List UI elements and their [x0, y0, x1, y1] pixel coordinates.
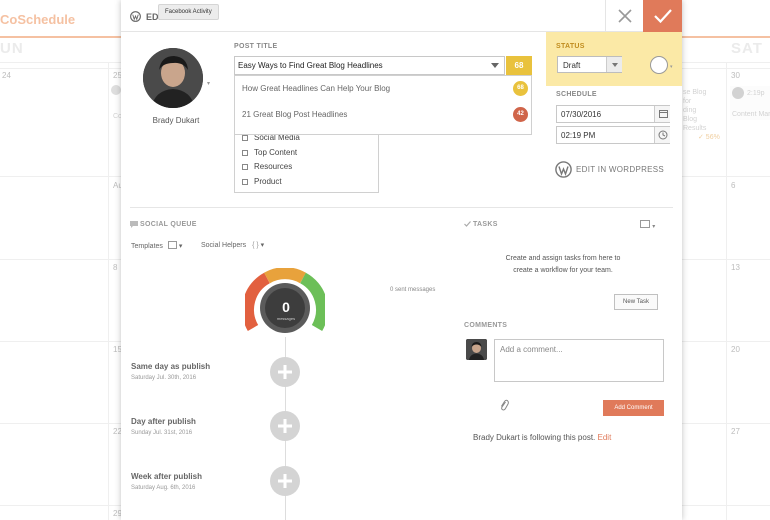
chevron-down-icon: ▾	[178, 243, 183, 250]
braces-icon: { }	[252, 242, 259, 249]
color-picker[interactable]	[650, 56, 668, 74]
social-queue-label: SOCIAL QUEUE	[140, 221, 197, 228]
wordpress-icon	[555, 161, 572, 178]
checkbox[interactable]	[242, 164, 248, 170]
plus-icon	[278, 419, 292, 433]
status-label: STATUS	[556, 43, 585, 50]
add-message-button[interactable]	[270, 466, 300, 496]
plus-icon	[278, 474, 292, 488]
new-task-button[interactable]: New Task	[614, 294, 658, 310]
chevron-down-icon[interactable]: ▾	[670, 64, 673, 70]
speech-bubble-icon	[130, 221, 138, 228]
post-editor-modal: EDI Facebook Activity ▾ Brady Dukart POS…	[121, 0, 682, 520]
add-comment-button[interactable]: Add Comment	[603, 400, 664, 416]
chevron-down-icon: ▾	[652, 224, 656, 230]
headline-suggestions: How Great Headlines Can Help Your Blog 6…	[234, 75, 532, 135]
comment-input[interactable]: Add a comment...	[494, 339, 664, 382]
chevron-down-icon[interactable]	[606, 57, 622, 72]
section-divider	[130, 207, 673, 208]
author-avatar[interactable]	[143, 48, 203, 108]
timeline-date: Saturday Jul. 30th, 2016	[131, 375, 197, 381]
checkbox[interactable]	[242, 135, 248, 141]
comments-label: COMMENTS	[464, 322, 508, 329]
social-helpers-menu[interactable]: Social Helpers { } ▾	[201, 241, 264, 249]
paperclip-icon[interactable]	[499, 399, 509, 411]
calendar-icon[interactable]	[654, 106, 670, 122]
templates-menu[interactable]: Templates ▾	[131, 241, 182, 250]
clock-icon[interactable]	[654, 127, 670, 143]
tasks-hint: create a workflow for your team.	[513, 267, 613, 274]
add-message-button[interactable]	[270, 411, 300, 441]
plus-icon	[278, 365, 292, 379]
author-name: Brady Dukart	[152, 116, 200, 125]
sent-messages-count: 0 sent messages	[390, 287, 436, 293]
chevron-down-icon[interactable]: ▾	[207, 80, 210, 87]
avatar	[466, 339, 487, 360]
close-icon	[618, 9, 632, 23]
tooltip: Facebook Activity	[158, 4, 219, 20]
tasks-label: TASKS	[473, 221, 498, 228]
user-photo	[466, 339, 487, 360]
schedule-time-input[interactable]: 02:19 PM	[556, 126, 670, 144]
post-title-input[interactable]: Easy Ways to Find Great Blog Headlines	[234, 56, 505, 75]
following-notice: Brady Dukart is following this post. Edi…	[473, 433, 612, 442]
gauge-unit: messages	[276, 316, 296, 321]
check-icon	[464, 221, 471, 227]
headline-suggestion-item[interactable]: How Great Headlines Can Help Your Blog 6…	[235, 76, 533, 102]
chevron-down-icon: ▾	[260, 242, 265, 249]
schedule-label: SCHEDULE	[556, 91, 597, 98]
timeline-title: Day after publish	[131, 417, 196, 426]
checkbox[interactable]	[242, 150, 248, 156]
add-message-button[interactable]	[270, 357, 300, 387]
post-title-value: Easy Ways to Find Great Blog Headlines	[238, 61, 383, 70]
schedule-date-input[interactable]: 07/30/2016	[556, 105, 670, 123]
headline-score-badge[interactable]: 68	[506, 56, 532, 75]
chevron-down-icon[interactable]	[491, 63, 499, 69]
edit-followers-link[interactable]: Edit	[598, 433, 612, 442]
timeline-title: Same day as publish	[131, 362, 211, 371]
wordpress-icon	[130, 11, 141, 22]
checkmark-icon	[654, 9, 672, 24]
author-photo	[143, 48, 203, 108]
timeline-title: Week after publish	[131, 472, 202, 481]
save-button[interactable]	[643, 0, 682, 32]
modal-header: EDI Facebook Activity	[121, 0, 682, 32]
task-template-menu[interactable]: ▾	[640, 220, 655, 230]
timeline-date: Saturday Aug. 6th, 2016	[131, 485, 196, 491]
timeline-date: Sunday Jul. 31st, 2016	[131, 430, 193, 436]
tasks-hint: Create and assign tasks from here to	[505, 255, 621, 262]
grid-icon	[640, 220, 650, 228]
checkbox[interactable]	[242, 179, 248, 185]
post-title-label: POST TITLE	[234, 43, 278, 50]
headline-score-badge: 42	[513, 107, 528, 122]
close-button[interactable]	[605, 0, 643, 32]
headline-score-badge: 68	[513, 81, 528, 96]
grid-icon	[167, 241, 177, 249]
categories-list: Social Media Top Content Resources Produ…	[234, 128, 379, 193]
gauge-count: 0	[282, 299, 290, 315]
headline-suggestion-item[interactable]: 21 Great Blog Post Headlines 42	[235, 102, 533, 128]
status-select[interactable]: Draft	[557, 56, 622, 73]
